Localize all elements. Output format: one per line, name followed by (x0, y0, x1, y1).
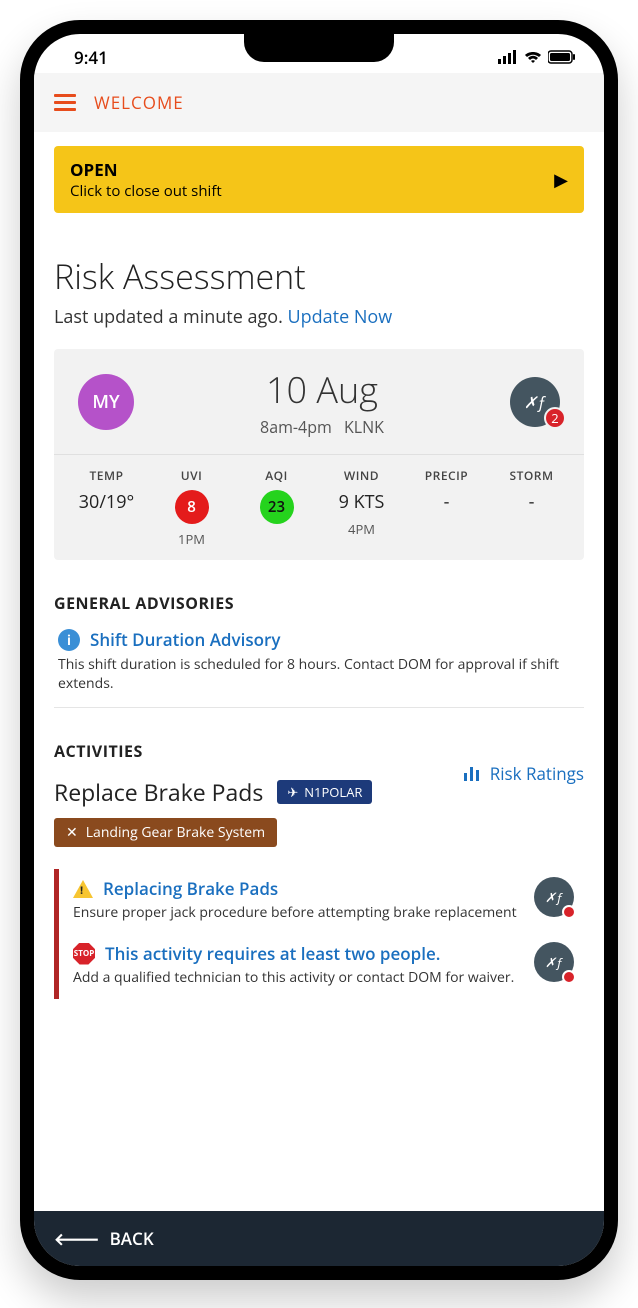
status-icons (498, 46, 576, 69)
activities-heading: ACTIVITIES (54, 740, 584, 762)
status-dot (562, 970, 576, 984)
header-title: WELCOME (94, 91, 184, 114)
alert-title[interactable]: This activity requires at least two peop… (105, 942, 440, 965)
notch (244, 34, 394, 62)
aqi-pill: 23 (260, 490, 294, 524)
advisory-title[interactable]: Shift Duration Advisory (90, 628, 280, 651)
risk-ratings-link[interactable]: Risk Ratings (462, 762, 584, 785)
signature-count: 2 (544, 407, 566, 429)
content: OPEN Click to close out shift ▶ Risk Ass… (34, 146, 604, 999)
updated-text: Last updated a minute ago. (54, 305, 288, 329)
phone-frame: 9:41 WELCOME OPEN Click to close out shi… (20, 20, 618, 1280)
advisories-heading: GENERAL ADVISORIES (54, 592, 584, 614)
update-now-link[interactable]: Update Now (288, 305, 393, 329)
stop-icon: STOP (73, 943, 95, 965)
last-updated: Last updated a minute ago. Update Now (54, 305, 584, 329)
banner-subtitle: Click to close out shift (70, 181, 222, 201)
wifi-icon (524, 46, 542, 69)
chevron-right-icon: ▶ (554, 168, 568, 192)
alert-item: STOP This activity requires at least two… (59, 934, 584, 999)
advisory-body: This shift duration is scheduled for 8 h… (58, 655, 584, 693)
alert-body: Ensure proper jack procedure before atte… (73, 903, 524, 922)
page-title: Risk Assessment (54, 253, 584, 299)
alert-signature[interactable]: ✗ƒ (534, 942, 574, 982)
shift-card: MY 10 Aug 8am-4pm KLNK ✗ƒ 2 TEMP 30/19° (54, 349, 584, 560)
info-icon: i (58, 629, 80, 651)
arrow-left-icon: 🡐 (54, 1227, 100, 1250)
alert-signature[interactable]: ✗ƒ (534, 877, 574, 917)
metric-precip: PRECIP - (404, 467, 489, 548)
alert-title[interactable]: Replacing Brake Pads (103, 877, 278, 900)
app-header: WELCOME (34, 73, 604, 132)
metric-storm: STORM - (489, 467, 574, 548)
metric-temp: TEMP 30/19° (64, 467, 149, 548)
activity-header: Replace Brake Pads ✈ N1POLAR ✕ Landing G… (54, 762, 584, 847)
plane-icon: ✈ (287, 783, 298, 801)
shift-location: KLNK (344, 416, 384, 438)
shift-banner[interactable]: OPEN Click to close out shift ▶ (54, 146, 584, 213)
advisory-item: i Shift Duration Advisory This shift dur… (54, 614, 584, 708)
risk-ratings-label: Risk Ratings (490, 762, 584, 785)
alert-list: Replacing Brake Pads Ensure proper jack … (54, 869, 584, 999)
bar-chart-icon (462, 763, 482, 785)
alert-item: Replacing Brake Pads Ensure proper jack … (59, 869, 584, 934)
shift-date-block: 10 Aug 8am-4pm KLNK (256, 365, 388, 438)
metric-wind: WIND 9 KTS 4PM (319, 467, 404, 548)
tools-icon: ✕ (66, 823, 78, 842)
back-label: BACK (110, 1227, 154, 1250)
alert-body: Add a qualified technician to this activ… (73, 968, 524, 987)
menu-icon[interactable] (54, 94, 76, 111)
back-button[interactable]: 🡐 BACK (34, 1211, 604, 1266)
aircraft-tail: N1POLAR (304, 783, 362, 801)
system-tag-label: Landing Gear Brake System (86, 823, 265, 842)
status-dot (562, 905, 576, 919)
banner-title: OPEN (70, 158, 222, 181)
status-time: 9:41 (74, 46, 108, 69)
shift-time-range: 8am-4pm (260, 416, 332, 438)
signal-icon (498, 46, 518, 69)
warning-icon (73, 880, 93, 898)
signature-badge[interactable]: ✗ƒ 2 (510, 377, 560, 427)
activity-name: Replace Brake Pads (54, 776, 263, 808)
metric-uvi: UVI 8 1PM (149, 467, 234, 548)
uvi-pill: 8 (175, 490, 209, 524)
avatar[interactable]: MY (78, 374, 134, 430)
battery-icon (548, 46, 576, 69)
metrics-row: TEMP 30/19° UVI 8 1PM AQI 23 WIND 9 KTS (54, 454, 584, 560)
shift-date: 10 Aug (256, 365, 388, 414)
system-tag[interactable]: ✕ Landing Gear Brake System (54, 818, 277, 847)
metric-aqi: AQI 23 (234, 467, 319, 548)
aircraft-tag[interactable]: ✈ N1POLAR (277, 780, 372, 804)
